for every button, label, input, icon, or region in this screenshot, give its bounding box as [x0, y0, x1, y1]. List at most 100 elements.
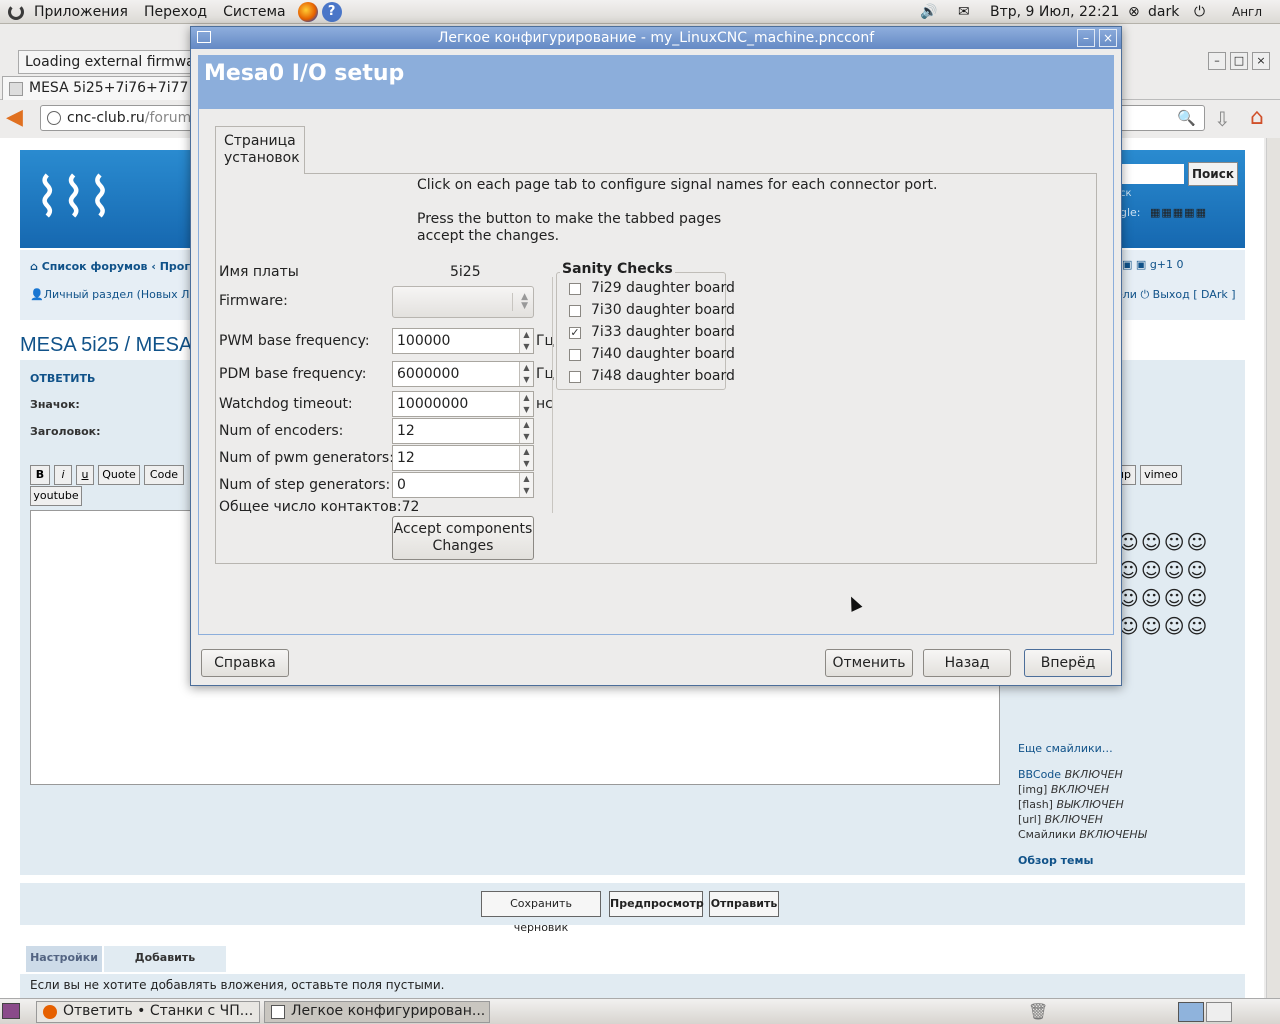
workspace-1[interactable]	[1178, 1002, 1204, 1022]
site-logo-icon[interactable]: ⌇⌇⌇	[34, 154, 204, 242]
status-key: [flash]	[1018, 798, 1053, 811]
firmware-combobox[interactable]: ▲ ▼	[392, 286, 534, 318]
preview-button[interactable]: Предпросмотр	[609, 891, 704, 917]
firefox-launcher-icon[interactable]	[297, 1, 318, 22]
checkbox-label[interactable]: 7i30 daughter board	[591, 302, 735, 318]
help-launcher-icon[interactable]: ?	[321, 1, 342, 22]
social-counts[interactable]: g+1 0	[1150, 258, 1184, 271]
logout-link[interactable]: ели ⏻ Выход [ DArk ]	[1116, 288, 1236, 302]
distro-logo-icon[interactable]	[8, 3, 24, 20]
pwm-frequency-label: PWM base frequency:	[219, 333, 370, 349]
save-draft-button[interactable]: Сохранить черновик	[481, 891, 601, 934]
back-button[interactable]: Назад	[923, 649, 1011, 677]
minimize-icon[interactable]: –	[1208, 52, 1226, 70]
tab-attachments[interactable]: Добавить вложения	[104, 946, 226, 988]
more-smilies-link[interactable]: Еще смайлики…	[1018, 742, 1113, 755]
review-topic-link[interactable]: Обзор темы	[1018, 854, 1093, 867]
window-menu-icon[interactable]	[197, 31, 211, 43]
back-arrow-icon[interactable]: ◀	[6, 107, 32, 129]
bold-button[interactable]: B	[30, 465, 50, 485]
firefox-icon	[43, 1005, 57, 1019]
checkbox[interactable]	[569, 349, 581, 361]
close-icon[interactable]: ×	[1252, 52, 1270, 70]
language-flags-icon[interactable]: ▦▦▦▦▦	[1150, 206, 1207, 219]
pwm-generators-spin[interactable]: 12 ▲ ▼	[392, 445, 534, 471]
logout-text[interactable]: Выход [ DArk ]	[1153, 288, 1236, 301]
user-control-panel-link[interactable]: 👤Личный раздел (Новых ЛС:	[30, 288, 201, 301]
checkbox-label[interactable]: 7i48 daughter board	[591, 368, 735, 384]
taskbar-item-browser[interactable]: Ответить • Станки с ЧП...	[36, 1001, 260, 1023]
watchdog-label: Watchdog timeout:	[219, 396, 353, 412]
pdm-frequency-spin[interactable]: 6000000 ▲ ▼	[392, 361, 534, 387]
spin-arrows-icon[interactable]: ▲ ▼	[519, 473, 533, 497]
checkbox-checked[interactable]: ✓	[569, 327, 581, 339]
spin-arrows-icon[interactable]: ▲ ▼	[519, 392, 533, 416]
topic-title[interactable]: MESA 5i25 / MESA	[20, 334, 192, 357]
accept-changes-button[interactable]: Accept components Changes	[392, 516, 534, 560]
cancel-button[interactable]: Отменить	[825, 649, 913, 677]
accept-button-line1: Accept components	[393, 521, 533, 537]
page-scrollbar[interactable]	[1266, 138, 1280, 998]
code-button[interactable]: Code	[144, 465, 184, 485]
status-key[interactable]: BBCode	[1018, 768, 1061, 781]
smiley-icon[interactable]: ☺☺☺☺ ☺☺☺☺ ☺☺☺☺ ☺☺☺☺	[1118, 530, 1209, 638]
home-icon[interactable]: ⌂	[1250, 105, 1264, 130]
menu-system[interactable]: Система	[215, 0, 293, 24]
pwm-frequency-spin[interactable]: 100000 ▲ ▼	[392, 328, 534, 354]
close-icon[interactable]: ×	[1099, 29, 1117, 47]
browser-tab[interactable]: MESA 5i25+7i76+7i77 • С	[2, 76, 202, 100]
menu-applications[interactable]: Приложения	[26, 0, 136, 24]
checkbox[interactable]	[569, 283, 581, 295]
youtube-button[interactable]: youtube	[30, 486, 82, 506]
trash-icon[interactable]: 🗑	[1028, 1002, 1048, 1021]
twitter-icon[interactable]: ▣	[1136, 258, 1146, 271]
breadcrumb[interactable]: ⌂ Список форумов ‹ Програ	[30, 260, 205, 273]
user-switcher-icon[interactable]: ⊗	[1128, 0, 1140, 24]
volume-icon[interactable]: 🔊	[920, 0, 937, 24]
taskbar-item-config[interactable]: Легкое конфигурирован...	[264, 1001, 490, 1023]
checkbox-label[interactable]: 7i33 daughter board	[591, 324, 735, 340]
page-heading: Mesa0 I/O setup	[198, 55, 1114, 109]
tab-settings-page[interactable]: Страница установок	[215, 126, 305, 174]
checkbox-label[interactable]: 7i40 daughter board	[591, 346, 735, 362]
checkbox[interactable]	[569, 305, 581, 317]
username[interactable]: dark	[1148, 0, 1179, 24]
keyboard-layout[interactable]: Англ	[1232, 0, 1262, 24]
checkbox-label[interactable]: 7i29 daughter board	[591, 280, 735, 296]
power-icon[interactable]: ⏻	[1194, 0, 1205, 24]
mail-icon[interactable]: ✉	[958, 0, 970, 24]
help-button[interactable]: Справка	[201, 649, 289, 677]
spin-arrows-icon[interactable]: ▲ ▼	[519, 446, 533, 470]
clock[interactable]: Втр, 9 Июл, 22:21	[990, 0, 1119, 24]
maximize-icon[interactable]: □	[1230, 52, 1248, 70]
smilies-grid[interactable]: ☺☺☺☺ ☺☺☺☺ ☺☺☺☺ ☺☺☺☺	[1118, 528, 1238, 640]
italic-button[interactable]: i	[54, 465, 72, 485]
watchdog-spin[interactable]: 10000000 ▲ ▼	[392, 391, 534, 417]
checkbox[interactable]	[569, 371, 581, 383]
minimize-icon[interactable]: –	[1077, 29, 1095, 47]
forward-button[interactable]: Вперёд	[1024, 649, 1112, 677]
step-generators-spin[interactable]: 0 ▲ ▼	[392, 472, 534, 498]
encoders-spin[interactable]: 12 ▲ ▼	[392, 418, 534, 444]
tab-settings[interactable]: Настройки	[26, 946, 102, 972]
spin-arrows-icon[interactable]: ▲ ▼	[519, 329, 533, 353]
vimeo-button[interactable]: vimeo	[1140, 465, 1182, 485]
forum-search-button[interactable]: Поиск	[1188, 162, 1238, 186]
social-buttons[interactable]: ▣ ▣ g+1 0	[1122, 258, 1184, 271]
workspace-2[interactable]	[1206, 1002, 1232, 1022]
spin-arrows-icon[interactable]: ▲ ▼	[519, 419, 533, 443]
user-links-text[interactable]: Личный раздел (Новых ЛС:	[44, 288, 201, 301]
facebook-icon[interactable]: ▣	[1122, 258, 1132, 271]
menu-places[interactable]: Переход	[136, 0, 215, 24]
pwm-frequency-value: 100000	[397, 333, 451, 349]
breadcrumb-text[interactable]: Список форумов ‹ Програ	[42, 260, 206, 273]
download-arrow-icon[interactable]: ⇩	[1214, 107, 1231, 131]
dialog-titlebar[interactable]: Легкое конфигурирование - my_LinuxCNC_ma…	[191, 27, 1121, 49]
submit-button[interactable]: Отправить	[709, 891, 779, 917]
search-icon[interactable]: 🔍	[1177, 109, 1196, 127]
spin-arrows-icon[interactable]: ▲ ▼	[519, 362, 533, 386]
underline-button[interactable]: u	[76, 465, 94, 485]
quote-button[interactable]: Quote	[98, 465, 140, 485]
forum-search-input[interactable]	[1120, 164, 1184, 184]
show-desktop-icon[interactable]	[2, 1003, 20, 1019]
